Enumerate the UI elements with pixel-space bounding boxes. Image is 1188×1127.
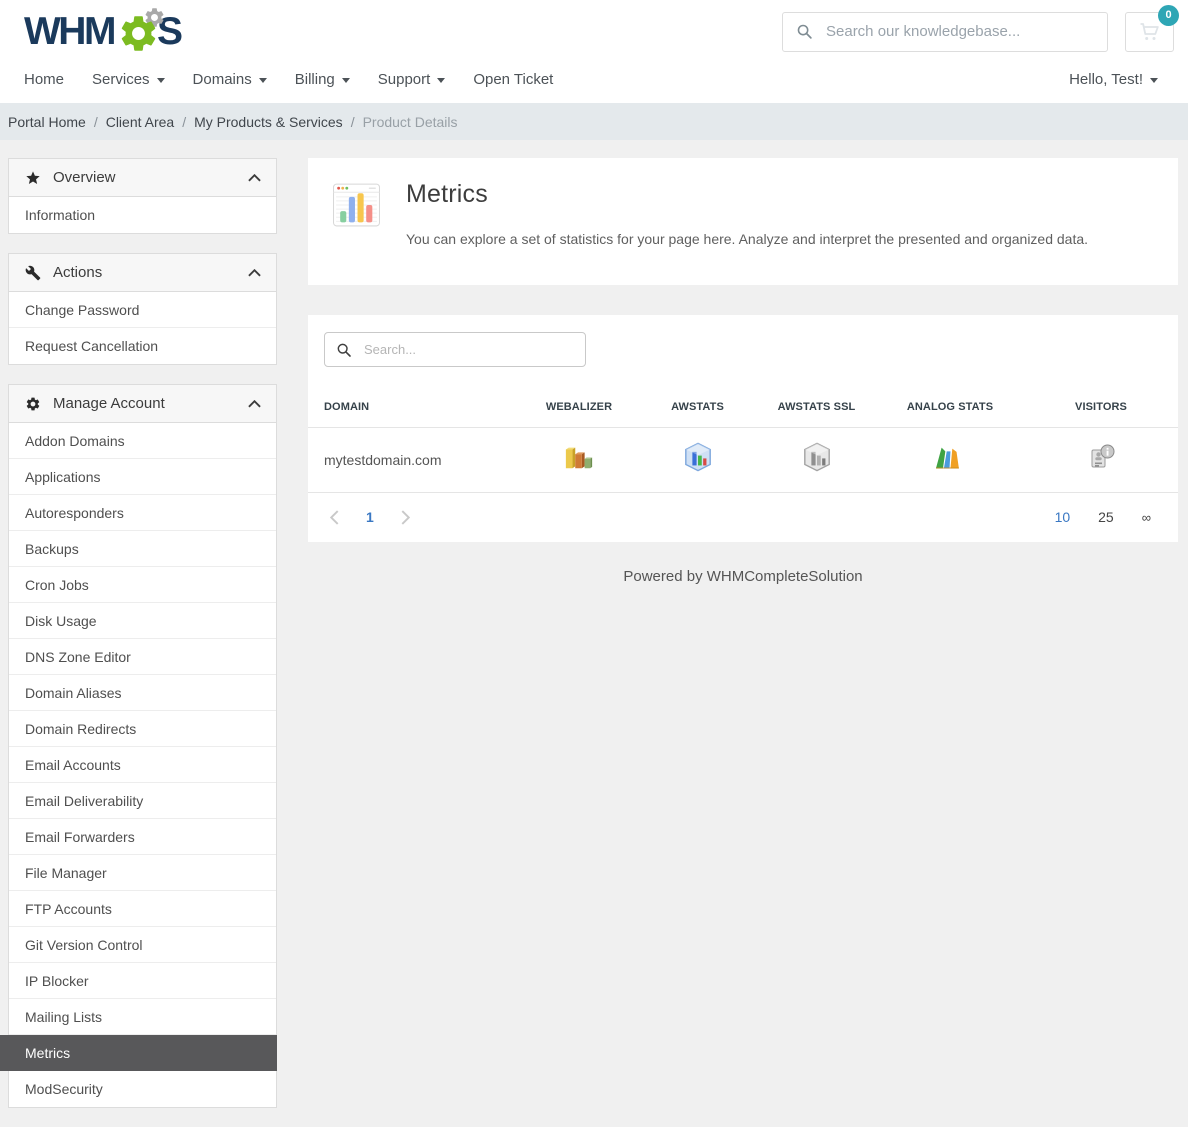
sidebar-item-modsecurity[interactable]: ModSecurity xyxy=(9,1071,276,1107)
sidebar-panel-manage-account: Manage Account Addon Domains Application… xyxy=(8,384,277,1108)
chevron-down-icon xyxy=(157,78,165,83)
column-header-awstats-ssl: AWSTATS SSL xyxy=(757,391,876,428)
sidebar-item-information[interactable]: Information xyxy=(9,197,276,233)
chevron-up-icon xyxy=(248,400,261,408)
metrics-chart-icon xyxy=(332,180,381,230)
breadcrumb: Portal Home / Client Area / My Products … xyxy=(0,103,1188,140)
visitors-icon[interactable] xyxy=(1085,441,1117,478)
chevron-up-icon xyxy=(248,269,261,277)
sidebar-item-autoresponders[interactable]: Autoresponders xyxy=(9,495,276,531)
knowledgebase-search-input[interactable] xyxy=(824,22,1094,41)
sidebar-panel-actions: Actions Change Password Request Cancella… xyxy=(8,253,277,365)
nav-item-support[interactable]: Support xyxy=(378,71,446,88)
sidebar-item-cron-jobs[interactable]: Cron Jobs xyxy=(9,567,276,603)
page-size-all[interactable]: ∞ xyxy=(1142,510,1151,525)
sidebar-item-file-manager[interactable]: File Manager xyxy=(9,855,276,891)
powered-by-link[interactable]: Powered by WHMCompleteSolution xyxy=(623,568,862,585)
analog-stats-icon[interactable] xyxy=(934,443,966,476)
main-nav: Home Services Domains Billing Support Op… xyxy=(0,55,1188,103)
metrics-table: DOMAIN WEBALIZER AWSTATS AWSTATS SSL ANA… xyxy=(308,391,1178,492)
wrench-icon xyxy=(25,265,41,281)
sidebar-item-mailing-lists[interactable]: Mailing Lists xyxy=(9,999,276,1035)
sidebar-item-email-deliverability[interactable]: Email Deliverability xyxy=(9,783,276,819)
nav-item-open-ticket[interactable]: Open Ticket xyxy=(473,71,553,88)
metrics-table-panel: DOMAIN WEBALIZER AWSTATS AWSTATS SSL ANA… xyxy=(308,315,1178,542)
chevron-right-icon[interactable] xyxy=(401,510,410,525)
nav-item-domains[interactable]: Domains xyxy=(193,71,267,88)
page-description: You can explore a set of statistics for … xyxy=(406,231,1088,247)
column-header-awstats: AWSTATS xyxy=(638,391,757,428)
sidebar: Overview Information Actions Change Pass… xyxy=(8,158,277,1127)
page-header-panel: Metrics You can explore a set of statist… xyxy=(308,158,1178,285)
cart-button[interactable]: 0 xyxy=(1125,12,1174,52)
cart-count-badge: 0 xyxy=(1158,5,1179,26)
column-header-visitors: VISITORS xyxy=(1024,391,1178,428)
sidebar-item-email-forwarders[interactable]: Email Forwarders xyxy=(9,819,276,855)
gears-logo-icon xyxy=(116,8,164,55)
webalizer-icon[interactable] xyxy=(562,442,596,477)
pagination-page-1[interactable]: 1 xyxy=(366,509,374,525)
sidebar-item-disk-usage[interactable]: Disk Usage xyxy=(9,603,276,639)
sidebar-item-email-accounts[interactable]: Email Accounts xyxy=(9,747,276,783)
logo-text-whm: WHM xyxy=(24,12,114,51)
nav-item-services[interactable]: Services xyxy=(92,71,165,88)
cart-icon xyxy=(1138,21,1162,43)
footer: Powered by WHMCompleteSolution xyxy=(308,542,1178,605)
column-header-analog-stats: ANALOG STATS xyxy=(876,391,1024,428)
breadcrumb-my-products[interactable]: My Products & Services xyxy=(194,114,343,130)
sidebar-item-domain-aliases[interactable]: Domain Aliases xyxy=(9,675,276,711)
panel-header-manage-account[interactable]: Manage Account xyxy=(9,385,276,423)
pagination: 1 10 25 ∞ xyxy=(308,492,1178,542)
search-icon xyxy=(336,342,352,358)
sidebar-item-git-version-control[interactable]: Git Version Control xyxy=(9,927,276,963)
large-gear-icon xyxy=(117,12,160,55)
masthead: WHM S 0 xyxy=(0,0,1188,55)
domain-cell: mytestdomain.com xyxy=(308,428,520,492)
sidebar-panel-overview: Overview Information xyxy=(8,158,277,234)
chevron-down-icon xyxy=(437,78,445,83)
awstats-icon[interactable] xyxy=(683,442,713,477)
chevron-left-icon[interactable] xyxy=(330,510,339,525)
sidebar-item-ip-blocker[interactable]: IP Blocker xyxy=(9,963,276,999)
page-size-10[interactable]: 10 xyxy=(1055,509,1071,525)
chevron-down-icon xyxy=(342,78,350,83)
chevron-down-icon xyxy=(1150,78,1158,83)
search-icon xyxy=(796,23,813,40)
page-title: Metrics xyxy=(406,180,1088,209)
breadcrumb-client-area[interactable]: Client Area xyxy=(106,114,174,130)
sidebar-item-applications[interactable]: Applications xyxy=(9,459,276,495)
whmcs-logo[interactable]: WHM S xyxy=(24,8,180,55)
sidebar-item-addon-domains[interactable]: Addon Domains xyxy=(9,423,276,459)
column-header-webalizer: WEBALIZER xyxy=(520,391,638,428)
awstats-ssl-icon[interactable] xyxy=(802,442,832,477)
sidebar-item-domain-redirects[interactable]: Domain Redirects xyxy=(9,711,276,747)
column-header-domain: DOMAIN xyxy=(308,391,520,428)
chevron-down-icon xyxy=(259,78,267,83)
chevron-up-icon xyxy=(248,174,261,182)
sidebar-item-dns-zone-editor[interactable]: DNS Zone Editor xyxy=(9,639,276,675)
star-icon xyxy=(25,170,41,186)
nav-item-home[interactable]: Home xyxy=(24,71,64,88)
sidebar-item-backups[interactable]: Backups xyxy=(9,531,276,567)
sidebar-item-ftp-accounts[interactable]: FTP Accounts xyxy=(9,891,276,927)
sidebar-item-change-password[interactable]: Change Password xyxy=(9,292,276,328)
table-search xyxy=(324,332,586,367)
nav-item-billing[interactable]: Billing xyxy=(295,71,350,88)
sidebar-item-metrics[interactable]: Metrics xyxy=(0,1035,277,1071)
user-menu[interactable]: Hello, Test! xyxy=(1069,71,1158,88)
sidebar-item-request-cancellation[interactable]: Request Cancellation xyxy=(9,328,276,364)
table-row: mytestdomain.com xyxy=(308,428,1178,492)
breadcrumb-portal-home[interactable]: Portal Home xyxy=(8,114,86,130)
gear-icon xyxy=(25,396,41,412)
panel-header-overview[interactable]: Overview xyxy=(9,159,276,197)
breadcrumb-current: Product Details xyxy=(363,114,458,130)
main-content: Metrics You can explore a set of statist… xyxy=(308,158,1178,605)
panel-header-actions[interactable]: Actions xyxy=(9,254,276,292)
page-size-25[interactable]: 25 xyxy=(1098,509,1114,525)
knowledgebase-search xyxy=(782,12,1108,52)
table-search-input[interactable] xyxy=(362,341,574,358)
